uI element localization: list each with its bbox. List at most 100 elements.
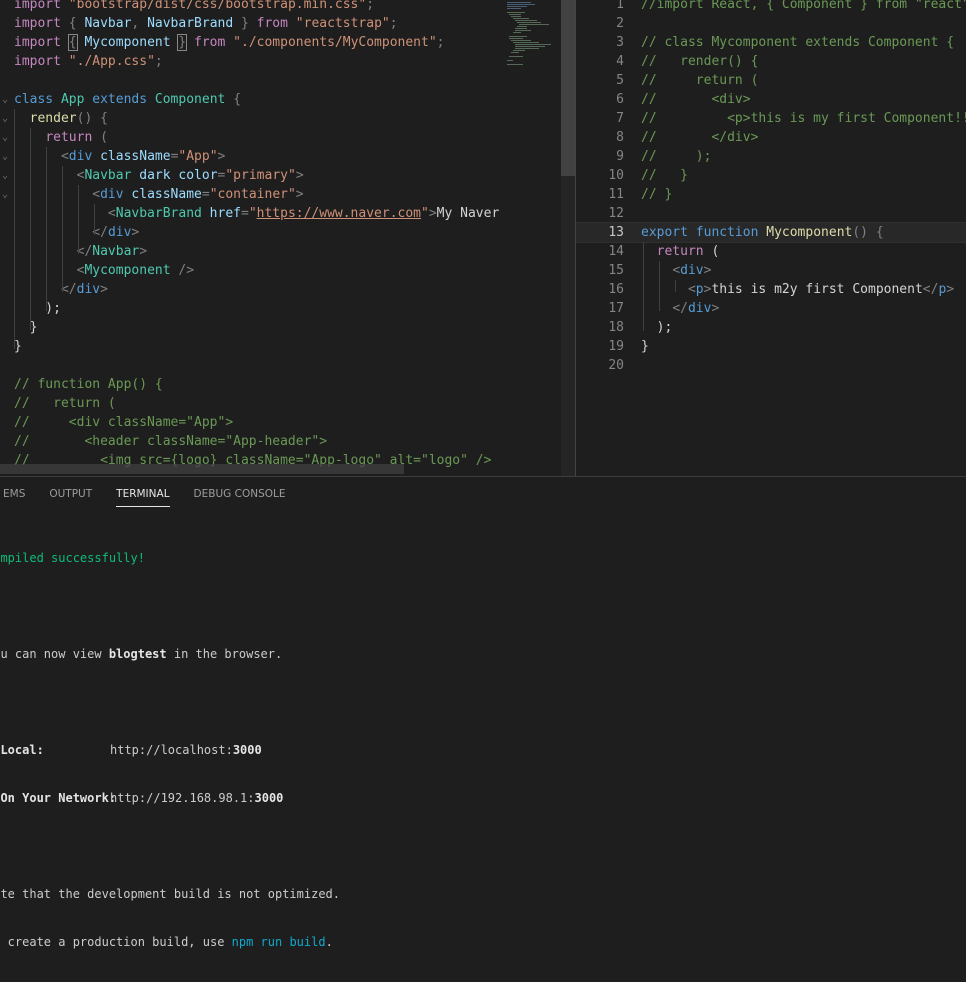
code-line[interactable]: 9 // );	[576, 147, 966, 166]
left-editor[interactable]: import "bootstrap/dist/css/bootstrap.min…	[0, 0, 499, 476]
code-token: />	[178, 263, 195, 278]
code-line[interactable]: ⌄ render() {	[0, 109, 499, 128]
fold-chevron-icon[interactable]: ⌄	[2, 166, 8, 185]
code-line[interactable]: );	[0, 299, 499, 318]
code-line[interactable]	[0, 356, 499, 375]
code-line[interactable]: 2	[576, 14, 966, 33]
local-port: 3000	[232, 743, 262, 757]
tab-problems[interactable]: EMS	[0, 477, 37, 511]
code-line[interactable]: import { Navbar, NavbarBrand } from "rea…	[0, 14, 499, 33]
code-token: //import React, { Component } from "reac…	[641, 0, 966, 12]
code-line[interactable]: }	[0, 337, 499, 356]
code-token: {	[67, 34, 78, 51]
line-number: 5	[616, 73, 624, 88]
line-number: 4	[616, 54, 624, 69]
scrollbar-thumb[interactable]	[561, 0, 575, 176]
code-text: <div>	[641, 261, 711, 280]
code-line[interactable]: </div>	[0, 280, 499, 299]
code-token: >	[703, 263, 712, 278]
fold-chevron-icon[interactable]: ⌄	[2, 128, 8, 147]
code-line[interactable]: 18 );	[576, 318, 966, 337]
code-token: NavbarBrand	[115, 206, 210, 221]
fold-chevron-icon[interactable]: ⌄	[2, 147, 8, 166]
vertical-scrollbar[interactable]	[561, 0, 575, 476]
code-token: dark	[139, 168, 179, 183]
code-token: "App"	[178, 149, 218, 164]
build-suffix: .	[325, 935, 333, 949]
fold-chevron-icon[interactable]: ⌄	[2, 90, 8, 109]
code-token: <	[672, 263, 681, 278]
code-line[interactable]: 4 // render() {	[576, 52, 966, 71]
code-line[interactable]: 14 return (	[576, 242, 966, 261]
code-line[interactable]: 1 //import React, { Component } from "rea…	[576, 0, 966, 14]
indent-guide	[14, 109, 15, 349]
code-line[interactable]: 8 // </div>	[576, 128, 966, 147]
tab-terminal[interactable]: TERMINAL	[104, 477, 181, 511]
code-token: >	[428, 206, 437, 221]
code-token: (	[100, 130, 108, 145]
code-line[interactable]: ⌄ <div className="container">	[0, 185, 499, 204]
code-token: Component	[154, 92, 234, 107]
code-line[interactable]	[0, 71, 499, 90]
line-number: 7	[616, 111, 624, 126]
code-line[interactable]: 7 // <p>this is my first Component!!</p>	[576, 109, 966, 128]
code-token: My Naver	[436, 206, 499, 221]
horizontal-scrollbar[interactable]	[0, 464, 404, 474]
code-line[interactable]: 12	[576, 204, 966, 223]
code-line[interactable]: 15 <div>	[576, 261, 966, 280]
code-line[interactable]: ⌄ class App extends Component {	[0, 90, 499, 109]
code-token: div	[76, 282, 101, 297]
code-token: }	[14, 320, 38, 335]
code-token: div	[100, 187, 132, 202]
code-line[interactable]: 10 // }	[576, 166, 966, 185]
minimap[interactable]	[499, 0, 561, 476]
code-line[interactable]: </div>	[0, 223, 499, 242]
code-line[interactable]: 19}	[576, 337, 966, 356]
code-line[interactable]: </Navbar>	[0, 242, 499, 261]
code-token: "reactstrap"	[295, 16, 390, 31]
fold-chevron-icon[interactable]: ⌄	[2, 109, 8, 128]
code-line[interactable]: ⌄ return (	[0, 128, 499, 147]
code-line[interactable]: 3 // class Mycomponent extends Component …	[576, 33, 966, 52]
code-line[interactable]: }	[0, 318, 499, 337]
code-token: className	[100, 149, 171, 164]
code-line[interactable]: 20	[576, 356, 966, 375]
terminal-output[interactable]: Compiled successfully! You can now view …	[0, 518, 340, 982]
code-line[interactable]: // <header className="App-header">	[0, 432, 499, 451]
tab-output[interactable]: OUTPUT	[37, 477, 104, 511]
code-token: ;	[154, 54, 163, 69]
code-line[interactable]: 5 // return (	[576, 71, 966, 90]
code-line[interactable]: ⌄ <div className="App">	[0, 147, 499, 166]
code-token: >	[946, 282, 955, 297]
code-line[interactable]: 17 </div>	[576, 299, 966, 318]
line-number: 9	[616, 149, 624, 164]
code-line[interactable]: 16 <p>this is m2y first Component</p>	[576, 280, 966, 299]
line-number: 10	[608, 168, 624, 183]
code-token: (	[711, 244, 720, 259]
fold-chevron-icon[interactable]: ⌄	[2, 185, 8, 204]
code-line[interactable]: import { Mycomponent } from "./component…	[0, 33, 499, 52]
code-line[interactable]: <Mycomponent />	[0, 261, 499, 280]
code-line[interactable]: ⌄ <Navbar dark color="primary">	[0, 166, 499, 185]
code-line[interactable]: // return (	[0, 394, 499, 413]
tab-debug-console[interactable]: DEBUG CONSOLE	[182, 477, 298, 511]
code-line[interactable]: // function App() {	[0, 375, 499, 394]
code-line[interactable]: 13 export function Mycomponent() {	[576, 222, 966, 243]
note-message: Note that the development build is not o…	[0, 887, 341, 901]
code-line[interactable]: 11 // }	[576, 185, 966, 204]
code-line[interactable]: import "./App.css";	[0, 52, 499, 71]
code-line[interactable]: 6 // <div>	[576, 90, 966, 109]
code-line[interactable]: import "bootstrap/dist/css/bootstrap.min…	[0, 0, 499, 14]
indent-guide	[30, 128, 31, 330]
code-line[interactable]: <NavbarBrand href="https://www.naver.com…	[0, 204, 499, 223]
right-editor[interactable]: 1 //import React, { Component } from "rea…	[576, 0, 966, 476]
code-token: // return (	[14, 396, 116, 411]
compiled-message: Compiled successfully!	[0, 551, 145, 565]
code-line[interactable]: // <div className="App">	[0, 413, 499, 432]
line-number: 19	[608, 339, 624, 354]
